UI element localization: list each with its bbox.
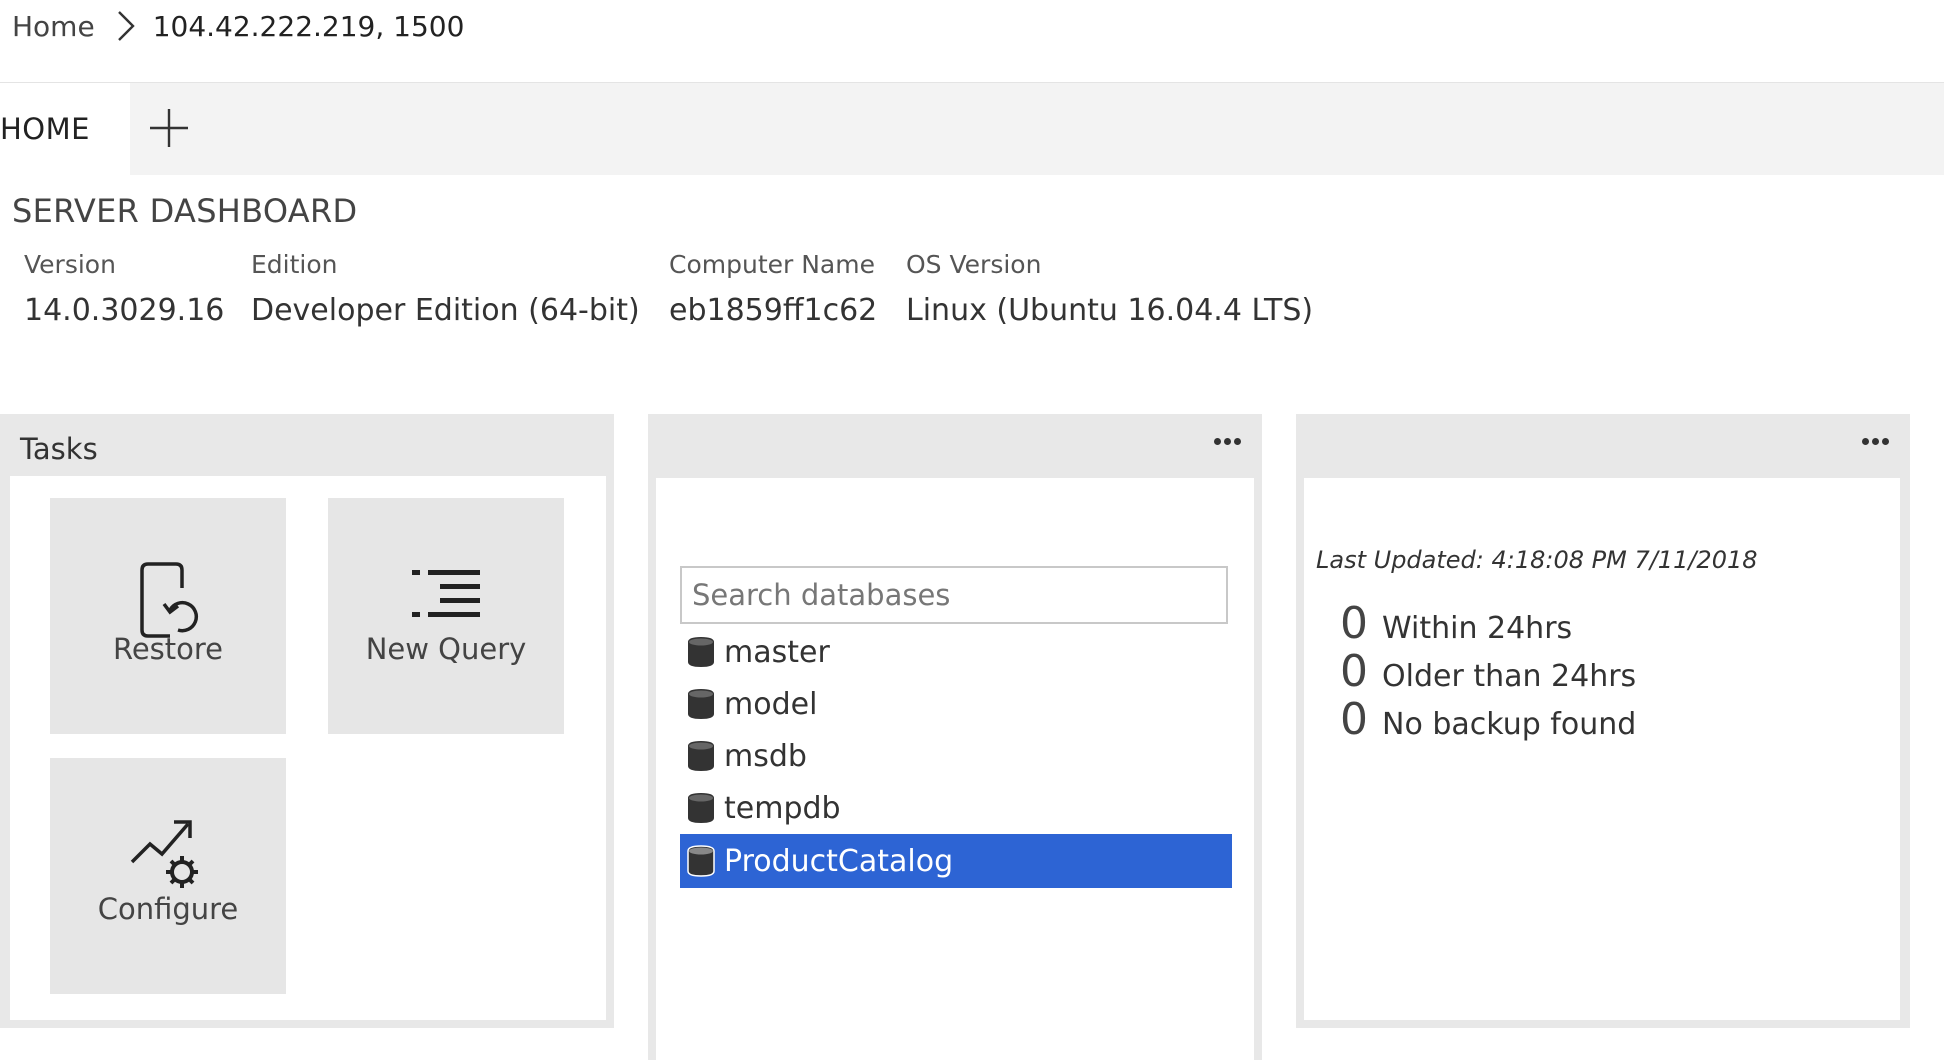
backup-stat-older-than-24hrs: 0 Older than 24hrs: [1340, 646, 1636, 697]
search-databases-input[interactable]: [680, 566, 1228, 624]
configure-task-tile[interactable]: Configure: [50, 758, 286, 994]
tab-home[interactable]: HOME: [0, 83, 130, 175]
backup-label: Older than 24hrs: [1382, 659, 1637, 694]
property-label: Version: [24, 250, 116, 279]
tasks-body: Restore New Query Configure: [10, 476, 606, 1020]
backup-count: 0: [1340, 646, 1368, 697]
backup-stat-within-24hrs: 0 Within 24hrs: [1340, 598, 1572, 649]
breadcrumb-home-link[interactable]: Home: [12, 10, 95, 43]
database-item-model[interactable]: model: [680, 678, 1232, 730]
restore-task-tile[interactable]: Restore: [50, 498, 286, 734]
breadcrumb: Home 104.42.222.219, 1500: [12, 0, 464, 52]
page-title: SERVER DASHBOARD: [12, 192, 358, 230]
property-value: Developer Edition (64-bit): [251, 293, 640, 328]
database-item-productcatalog[interactable]: ProductCatalog: [680, 834, 1232, 888]
database-icon: [688, 793, 714, 823]
breadcrumb-server: 104.42.222.219, 1500: [152, 9, 465, 43]
backup-count: 0: [1340, 598, 1368, 649]
database-name: msdb: [724, 738, 807, 774]
property-version: Version 14.0.3029.16: [24, 250, 224, 328]
property-edition: Edition Developer Edition (64-bit): [251, 250, 640, 328]
restore-icon: [140, 562, 199, 638]
database-icon: [688, 689, 714, 719]
databases-widget: master model msdb: [648, 414, 1262, 1060]
database-item-msdb[interactable]: msdb: [680, 730, 1232, 782]
tasks-widget: Tasks Restore New Query Configure: [0, 414, 614, 1028]
databases-body: master model msdb: [656, 478, 1254, 1060]
plus-icon[interactable]: [146, 105, 192, 151]
tab-bar: HOME: [0, 82, 1944, 175]
backup-status-body: Last Updated: 4:18:08 PM 7/11/2018 0 Wit…: [1304, 478, 1900, 1020]
restore-label: Restore: [112, 632, 224, 666]
database-item-tempdb[interactable]: tempdb: [680, 782, 1232, 834]
property-os-version: OS Version Linux (Ubuntu 16.04.4 LTS): [906, 250, 1313, 328]
property-label: OS Version: [906, 250, 1042, 279]
database-icon: [688, 637, 714, 667]
chevron-right-icon: [117, 11, 135, 41]
database-icon: [688, 741, 714, 771]
backup-label: No backup found: [1382, 707, 1637, 742]
database-list: master model msdb tempdb ProductCatalog: [680, 626, 1232, 888]
backup-count: 0: [1340, 694, 1368, 745]
property-value: 14.0.3029.16: [24, 293, 225, 328]
property-label: Edition: [251, 250, 338, 279]
configure-icon: [130, 820, 198, 888]
last-updated-text: Last Updated: 4:18:08 PM 7/11/2018: [1316, 546, 1758, 574]
more-options-icon[interactable]: [1862, 438, 1898, 452]
backup-label: Within 24hrs: [1382, 611, 1573, 646]
new-query-icon: [412, 570, 480, 617]
database-item-master[interactable]: master: [680, 626, 1232, 678]
backup-stat-no-backup-found: 0 No backup found: [1340, 694, 1636, 745]
database-name: tempdb: [724, 790, 841, 826]
database-name: ProductCatalog: [724, 843, 954, 879]
widget-title: Tasks: [20, 432, 98, 466]
new-query-label: New Query: [365, 632, 527, 666]
database-name: model: [724, 686, 818, 722]
database-icon: [687, 845, 715, 877]
backup-status-widget: Last Updated: 4:18:08 PM 7/11/2018 0 Wit…: [1296, 414, 1910, 1028]
property-label: Computer Name: [669, 250, 875, 279]
property-value: Linux (Ubuntu 16.04.4 LTS): [906, 293, 1314, 328]
configure-label: Configure: [97, 892, 239, 926]
property-computer-name: Computer Name eb1859ff1c62: [669, 250, 877, 328]
new-query-task-tile[interactable]: New Query: [328, 498, 564, 734]
dashboard-page: Home 104.42.222.219, 1500 HOME SERVER DA…: [0, 0, 1944, 1060]
property-value: eb1859ff1c62: [669, 293, 878, 328]
database-name: master: [724, 634, 830, 670]
more-options-icon[interactable]: [1214, 438, 1250, 452]
